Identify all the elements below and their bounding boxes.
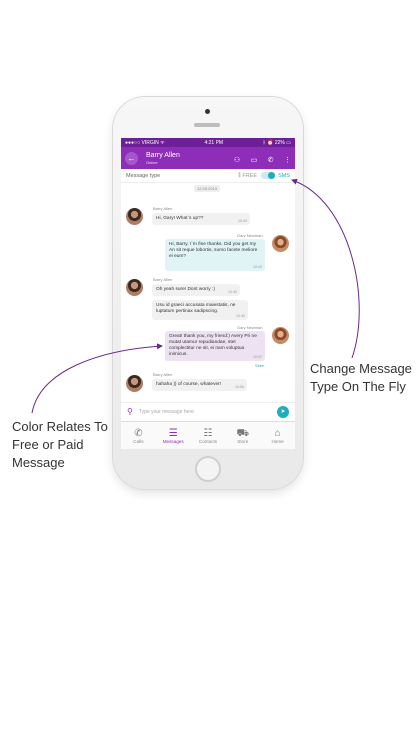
annotation-line: Change Message <box>310 361 412 376</box>
annotation-change-type: Change Message Type On The Fly <box>310 360 412 396</box>
arrow-to-bubble <box>31 343 163 414</box>
annotation-line: Message <box>12 455 65 470</box>
annotation-line: Free or Paid <box>12 437 84 452</box>
annotation-color: Color Relates To Free or Paid Message <box>12 418 108 472</box>
annotation-line: Type On The Fly <box>310 379 406 394</box>
annotation-line: Color Relates To <box>12 419 108 434</box>
arrow-to-toggle <box>291 178 360 359</box>
